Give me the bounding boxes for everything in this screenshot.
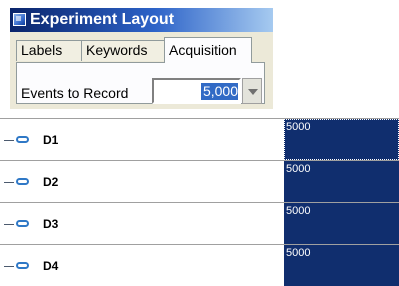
tube-icon [16, 262, 29, 269]
tree-connector [4, 224, 14, 225]
tree-connector [4, 140, 14, 141]
row-label-cell[interactable]: D2 [0, 161, 284, 202]
row-name: D1 [43, 133, 59, 147]
events-value-cell[interactable]: 5000 [284, 203, 399, 244]
tree-connector [4, 266, 14, 267]
events-to-record-label: Events to Record [21, 85, 129, 101]
row-label-cell[interactable]: D1 [0, 119, 284, 160]
row-name: D3 [43, 217, 59, 231]
table-row[interactable]: D4 5000 [0, 244, 399, 286]
tab-keywords[interactable]: Keywords [81, 40, 165, 61]
events-value-cell[interactable]: 5000 [284, 245, 399, 286]
row-label-cell[interactable]: D3 [0, 203, 284, 244]
acquisition-tab-content: Events to Record [16, 62, 265, 104]
tube-icon [16, 136, 29, 143]
events-to-record-field[interactable] [152, 78, 241, 104]
tube-icon [16, 178, 29, 185]
row-name: D4 [43, 259, 59, 273]
title-bar[interactable]: Experiment Layout [10, 8, 273, 32]
tab-labels[interactable]: Labels [16, 40, 82, 61]
events-to-record-input[interactable] [154, 80, 239, 102]
table-row[interactable]: D3 5000 [0, 202, 399, 244]
row-label-cell[interactable]: D4 [0, 245, 284, 286]
experiment-layout-panel: Experiment Layout Labels Keywords Acquis… [10, 8, 273, 109]
events-value-cell[interactable]: 5000 [284, 119, 399, 160]
events-value-cell[interactable]: 5000 [284, 161, 399, 202]
table-row[interactable]: D1 5000 [0, 118, 399, 160]
row-name: D2 [43, 175, 59, 189]
detector-grid: D1 5000 D2 5000 D3 5000 D4 5000 [0, 118, 399, 286]
tab-acquisition[interactable]: Acquisition [164, 37, 252, 63]
tube-icon [16, 220, 29, 227]
events-dropdown-button[interactable] [242, 78, 262, 104]
table-row[interactable]: D2 5000 [0, 160, 399, 202]
window-title: Experiment Layout [30, 11, 175, 28]
app-window-icon [13, 13, 26, 26]
tree-connector [4, 182, 14, 183]
